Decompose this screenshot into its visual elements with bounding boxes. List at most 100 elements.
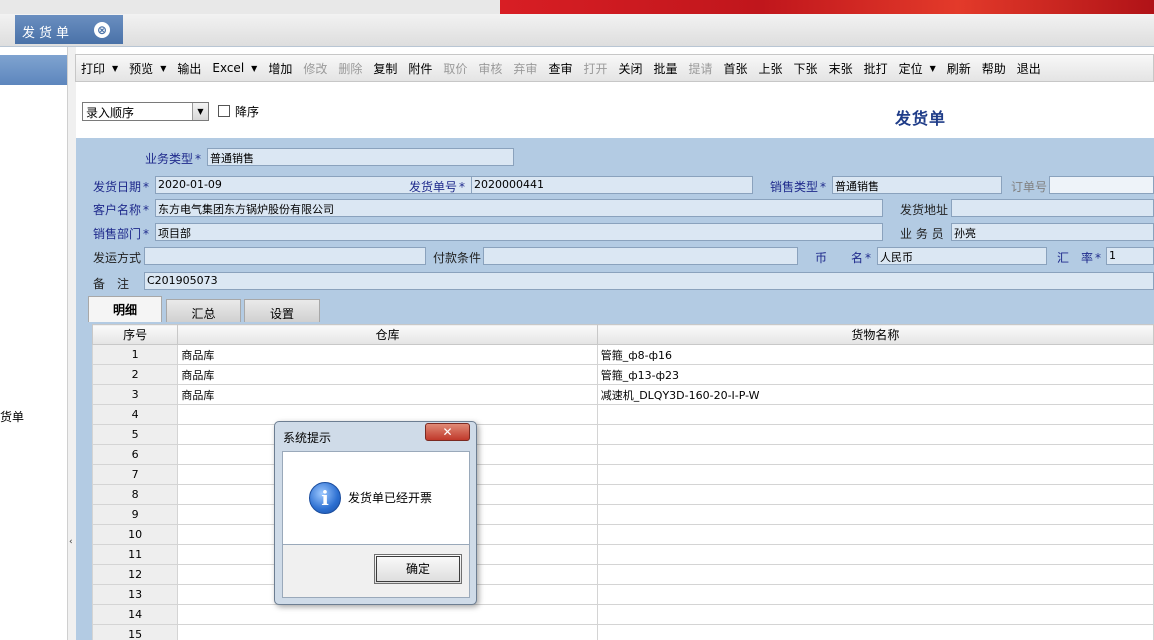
row-number-cell: 11: [91, 544, 179, 565]
goods-name-cell[interactable]: [596, 484, 1154, 505]
goods-name-cell[interactable]: [596, 504, 1154, 525]
toolbar-button-24[interactable]: 帮助: [979, 56, 1009, 80]
toolbar-button-12[interactable]: 查审: [545, 56, 575, 80]
goods-name-cell[interactable]: [596, 544, 1154, 565]
goods-name-cell[interactable]: [596, 624, 1154, 640]
business-type-field[interactable]: 普通销售: [207, 148, 514, 166]
dropdown-arrow-icon[interactable]: ▼: [160, 64, 166, 73]
table-row[interactable]: 14: [91, 604, 1154, 625]
ok-button[interactable]: 确定: [374, 554, 462, 584]
toolbar-button-4[interactable]: 增加: [265, 56, 295, 80]
goods-name-cell[interactable]: [596, 444, 1154, 465]
toolbar-button-18[interactable]: 上张: [756, 56, 786, 80]
table-row[interactable]: 15: [91, 624, 1154, 640]
table-row[interactable]: 7: [91, 464, 1154, 485]
warehouse-cell[interactable]: [177, 624, 598, 640]
customer-field[interactable]: 东方电气集团东方锅炉股份有限公司: [155, 199, 883, 217]
top-banner: [0, 0, 1154, 14]
dropdown-arrow-icon[interactable]: ▼: [192, 103, 208, 120]
toolbar-button-21[interactable]: 批打: [861, 56, 891, 80]
table-row[interactable]: 3 商品库 减速机_DLQY3D-160-20-I-P-W: [91, 384, 1154, 405]
rate-field[interactable]: 1: [1106, 247, 1154, 265]
goods-name-cell[interactable]: 管箍_ф13-ф23: [596, 364, 1154, 385]
sort-order-select[interactable]: 录入顺序 ▼: [82, 102, 209, 121]
descending-checkbox[interactable]: [218, 105, 230, 117]
table-row[interactable]: 10: [91, 524, 1154, 545]
toolbar-button-22[interactable]: 定位 ▼: [896, 56, 939, 80]
dropdown-arrow-icon[interactable]: ▼: [930, 64, 936, 73]
toolbar-button-20[interactable]: 末张: [826, 56, 856, 80]
toolbar-button-8[interactable]: 附件: [405, 56, 435, 80]
toolbar-button-0[interactable]: 打印 ▼: [78, 56, 121, 80]
goods-name-cell[interactable]: [596, 524, 1154, 545]
toolbar-button-5[interactable]: 修改: [300, 56, 330, 80]
table-row[interactable]: 12: [91, 564, 1154, 585]
goods-name-cell[interactable]: [596, 564, 1154, 585]
dropdown-arrow-icon[interactable]: ▼: [251, 64, 257, 73]
close-tab-icon[interactable]: ⊗: [94, 22, 110, 38]
ship-method-field[interactable]: [144, 247, 426, 265]
toolbar-button-2[interactable]: 输出: [174, 56, 204, 80]
toolbar-button-label: 刷新: [946, 61, 971, 76]
warehouse-cell[interactable]: 商品库: [177, 344, 598, 365]
toolbar-button-17[interactable]: 首张: [721, 56, 751, 80]
table-row[interactable]: 1 商品库 管箍_ф8-ф16: [91, 344, 1154, 365]
toolbar-button-label: 增加: [268, 61, 293, 76]
tab-detail[interactable]: 明细: [88, 296, 162, 323]
toolbar-button-11[interactable]: 弃审: [510, 56, 540, 80]
warehouse-cell[interactable]: [177, 604, 598, 625]
toolbar-button-16[interactable]: 提请: [686, 56, 716, 80]
column-header[interactable]: 货物名称: [596, 324, 1154, 345]
goods-name-cell[interactable]: [596, 464, 1154, 485]
warehouse-cell[interactable]: 商品库: [177, 364, 598, 385]
column-header[interactable]: 序号: [91, 324, 179, 345]
goods-name-cell[interactable]: [596, 404, 1154, 425]
tab-delivery-note[interactable]: 发货单 ⊗: [15, 15, 123, 44]
toolbar-button-7[interactable]: 复制: [370, 56, 400, 80]
toolbar-button-13[interactable]: 打开: [580, 56, 610, 80]
toolbar-button-10[interactable]: 审核: [475, 56, 505, 80]
table-row[interactable]: 8: [91, 484, 1154, 505]
toolbar-button-14[interactable]: 关闭: [615, 56, 645, 80]
toolbar-button-15[interactable]: 批量: [650, 56, 680, 80]
left-nav-item-delivery[interactable]: 货单: [0, 408, 24, 425]
toolbar-button-25[interactable]: 退出: [1014, 56, 1044, 80]
toolbar-button-1[interactable]: 预览 ▼: [126, 56, 169, 80]
remark-field[interactable]: C201905073: [144, 272, 1154, 290]
table-row[interactable]: 5: [91, 424, 1154, 445]
goods-name-cell[interactable]: 减速机_DLQY3D-160-20-I-P-W: [596, 384, 1154, 405]
currency-field[interactable]: 人民币: [877, 247, 1047, 265]
sales-dept-field[interactable]: 项目部: [155, 223, 883, 241]
goods-name-cell[interactable]: 管箍_ф8-ф16: [596, 344, 1154, 365]
goods-name-cell[interactable]: [596, 604, 1154, 625]
table-row[interactable]: 13: [91, 584, 1154, 605]
table-row[interactable]: 2 商品库 管箍_ф13-ф23: [91, 364, 1154, 385]
goods-name-cell[interactable]: [596, 424, 1154, 445]
dropdown-arrow-icon[interactable]: ▼: [112, 64, 118, 73]
toolbar-button-9[interactable]: 取价: [440, 56, 470, 80]
toolbar-button-3[interactable]: Excel ▼: [209, 56, 260, 80]
splitter-arrow-icon[interactable]: ‹: [69, 537, 73, 547]
salesperson-field[interactable]: 孙亮: [951, 223, 1154, 241]
dialog-close-button[interactable]: ✕: [425, 423, 470, 441]
warehouse-cell[interactable]: 商品库: [177, 384, 598, 405]
sales-type-field[interactable]: 普通销售: [832, 176, 1002, 194]
table-row[interactable]: 6: [91, 444, 1154, 465]
ship-address-field[interactable]: [951, 199, 1154, 217]
row-number-cell: 12: [91, 564, 179, 585]
toolbar-button-23[interactable]: 刷新: [944, 56, 974, 80]
toolbar-button-19[interactable]: 下张: [791, 56, 821, 80]
ship-no-field[interactable]: 2020000441: [471, 176, 753, 194]
order-no-field[interactable]: [1049, 176, 1154, 194]
payment-terms-field[interactable]: [483, 247, 798, 265]
column-header[interactable]: 仓库: [177, 324, 598, 345]
table-row[interactable]: 9: [91, 504, 1154, 525]
tab-settings[interactable]: 设置: [244, 299, 320, 322]
table-row[interactable]: 11: [91, 544, 1154, 565]
goods-name-cell[interactable]: [596, 584, 1154, 605]
toolbar-button-6[interactable]: 删除: [335, 56, 365, 80]
tab-summary[interactable]: 汇总: [166, 299, 241, 322]
tab-title: 发货单: [22, 26, 74, 41]
table-row[interactable]: 4: [91, 404, 1154, 425]
panel-splitter[interactable]: ‹: [67, 47, 76, 640]
